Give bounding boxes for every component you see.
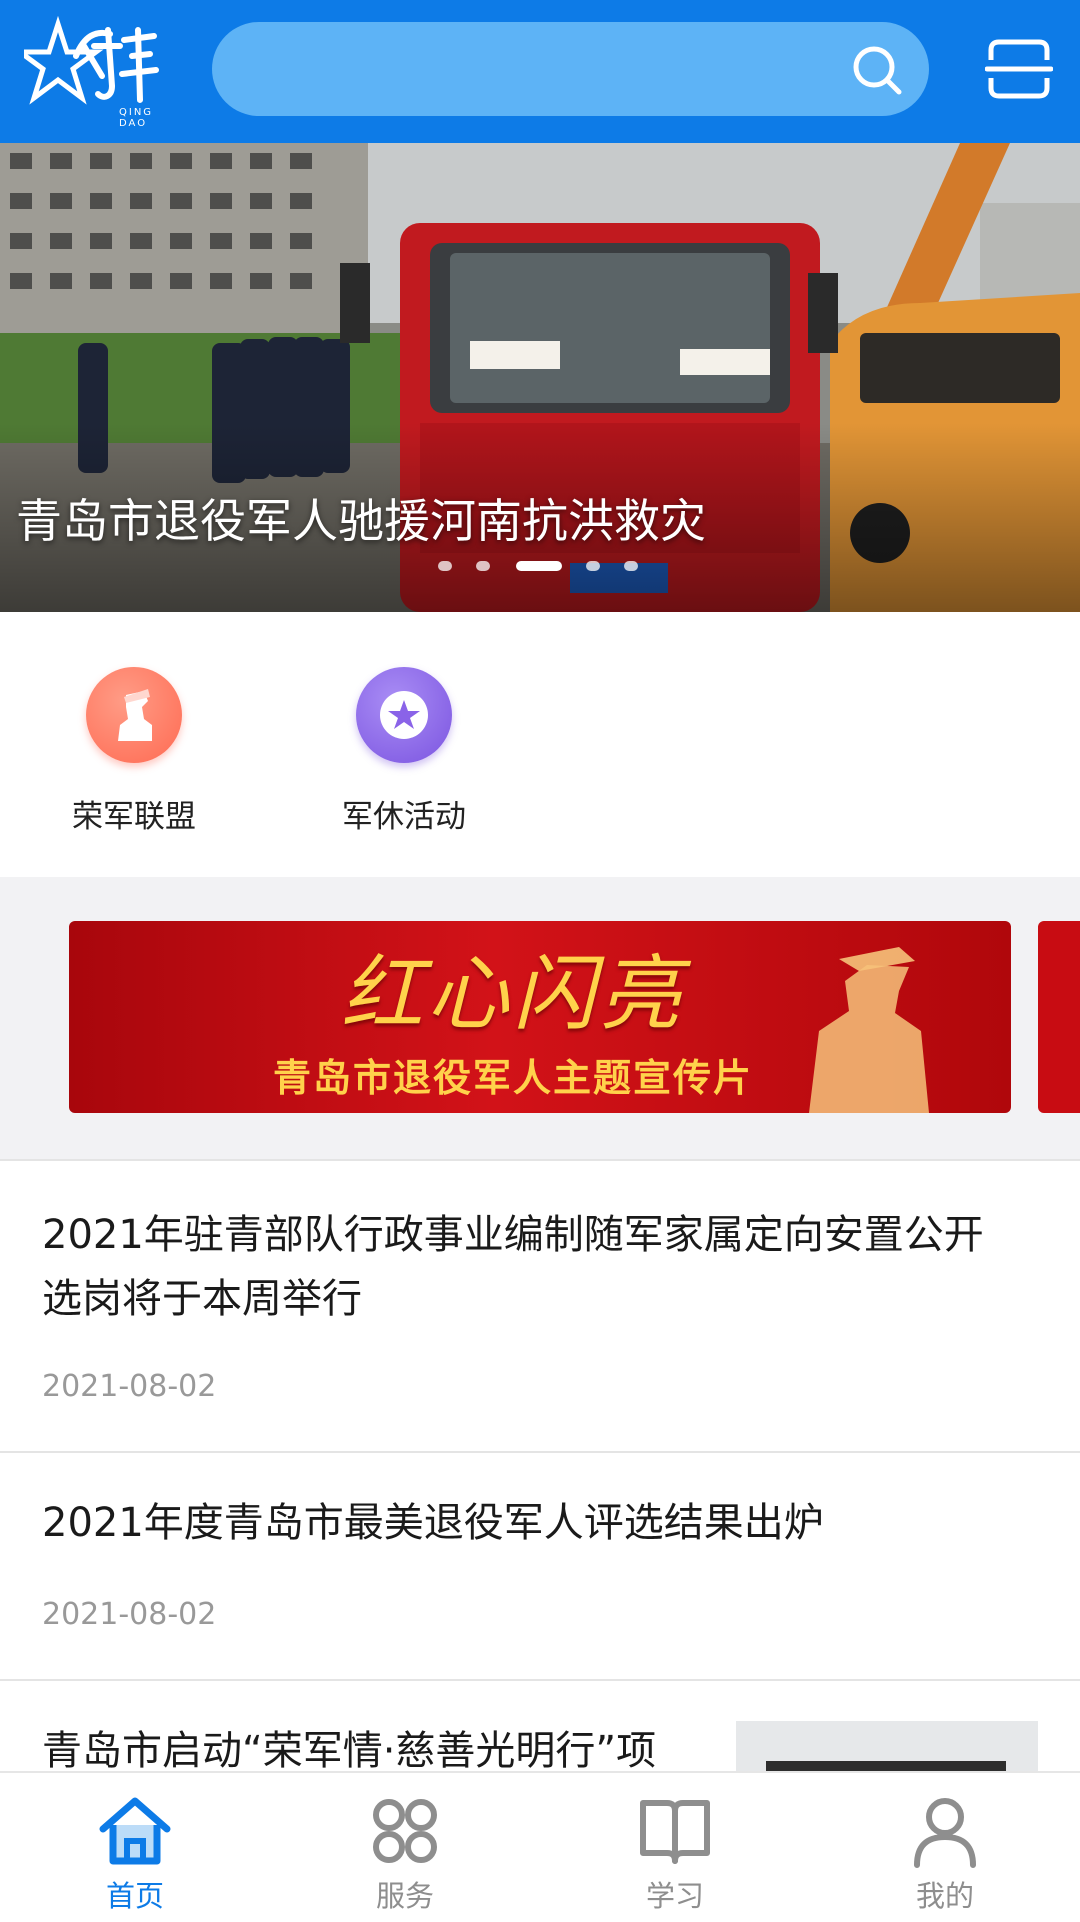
carousel-dot[interactable] bbox=[624, 561, 638, 571]
news-date: 2021-08-02 bbox=[42, 1597, 217, 1632]
promo-subtitle: 青岛市退役军人主题宣传片 bbox=[273, 1056, 754, 1100]
search-bar[interactable] bbox=[212, 22, 929, 116]
promo-section: 红心闪亮 青岛市退役军人主题宣传片 bbox=[0, 877, 1080, 1159]
app-logo[interactable]: QING DAO bbox=[12, 15, 162, 129]
tab-label: 我的 bbox=[915, 1879, 974, 1913]
tab-label: 首页 bbox=[105, 1879, 164, 1913]
promo-banner[interactable]: 红心闪亮 青岛市退役军人主题宣传片 bbox=[69, 921, 1011, 1113]
quick-link-retiree-activity[interactable]: 军休活动 bbox=[304, 667, 504, 836]
news-item[interactable]: 2021年驻青部队行政事业编制随军家属定向安置公开选岗将于本周举行 2021-0… bbox=[0, 1161, 1080, 1451]
carousel-dot[interactable] bbox=[476, 561, 490, 571]
tab-profile[interactable]: 我的 bbox=[810, 1773, 1080, 1922]
news-date: 2021-08-02 bbox=[42, 1369, 217, 1404]
quick-link-label: 军休活动 bbox=[342, 799, 466, 835]
news-item[interactable]: 青岛市启动“荣军情·慈善光明行”项 bbox=[0, 1681, 1080, 1771]
promo-banner-next[interactable] bbox=[1038, 921, 1080, 1113]
bottom-tab-bar: 首页 服务 学习 我的 bbox=[0, 1771, 1080, 1920]
news-thumbnail[interactable] bbox=[736, 1721, 1038, 1771]
search-icon[interactable] bbox=[849, 42, 905, 98]
carousel-dot[interactable] bbox=[586, 561, 600, 571]
banner-carousel[interactable]: 青岛市退役军人驰援河南抗洪救灾 bbox=[0, 143, 1080, 612]
tab-label: 学习 bbox=[645, 1879, 704, 1913]
promo-title: 红心闪亮 bbox=[341, 947, 685, 1042]
book-icon bbox=[640, 1800, 710, 1864]
tab-home[interactable]: 首页 bbox=[0, 1773, 270, 1922]
news-title[interactable]: 2021年度青岛市最美退役军人评选结果出炉 bbox=[42, 1491, 1002, 1555]
tab-study[interactable]: 学习 bbox=[540, 1773, 810, 1922]
quick-links: 荣军联盟 军休活动 bbox=[0, 612, 1080, 877]
banner-caption[interactable]: 青岛市退役军人驰援河南抗洪救灾 bbox=[16, 485, 706, 551]
carousel-dot[interactable] bbox=[438, 561, 452, 571]
quick-link-label: 荣军联盟 bbox=[72, 799, 196, 835]
tab-label: 服务 bbox=[375, 1879, 434, 1913]
star-icon bbox=[356, 667, 452, 763]
news-item[interactable]: 2021年度青岛市最美退役军人评选结果出炉 2021-08-02 bbox=[0, 1453, 1080, 1679]
soldier-icon bbox=[86, 667, 182, 763]
scan-icon[interactable] bbox=[985, 36, 1053, 102]
tab-services[interactable]: 服务 bbox=[270, 1773, 540, 1922]
quick-link-rongjun-alliance[interactable]: 荣军联盟 bbox=[34, 667, 234, 836]
logo-text: QING DAO bbox=[119, 107, 154, 129]
news-title[interactable]: 2021年驻青部队行政事业编制随军家属定向安置公开选岗将于本周举行 bbox=[42, 1203, 1002, 1331]
grid-icon bbox=[373, 1799, 437, 1863]
news-title[interactable]: 青岛市启动“荣军情·慈善光明行”项 bbox=[42, 1719, 702, 1771]
home-icon bbox=[99, 1797, 171, 1865]
user-icon bbox=[914, 1798, 976, 1868]
app-header: QING DAO bbox=[0, 0, 1080, 143]
carousel-dot-active[interactable] bbox=[516, 561, 562, 571]
